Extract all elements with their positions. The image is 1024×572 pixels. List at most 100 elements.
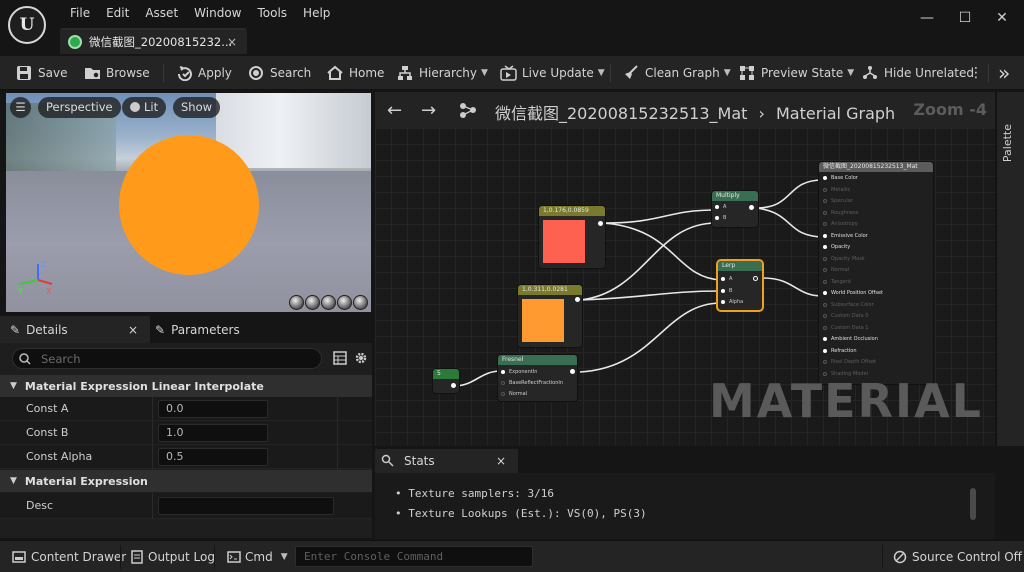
preview-shape-selector[interactable]	[289, 295, 368, 310]
output-pin[interactable]	[451, 383, 456, 388]
input-pin-normal[interactable]	[501, 392, 505, 396]
menu-asset[interactable]: Asset	[137, 5, 186, 23]
section-linear-interpolate[interactable]: ▼ Material Expression Linear Interpolate	[0, 375, 372, 397]
result-input-pin[interactable]	[823, 199, 827, 203]
result-input-pin[interactable]	[823, 222, 827, 226]
menu-edit[interactable]: Edit	[98, 5, 137, 23]
menu-file[interactable]: File	[62, 5, 98, 23]
output-pin[interactable]	[753, 276, 758, 281]
result-input-pin[interactable]	[823, 187, 827, 192]
settings-gear-icon[interactable]	[354, 351, 368, 365]
asset-tab[interactable]: 微信截图_20200815232... ×	[60, 28, 247, 54]
menu-tools[interactable]: Tools	[249, 5, 295, 23]
plane-shape-icon[interactable]	[321, 295, 336, 310]
close-window-button[interactable]: ✕	[988, 8, 1016, 28]
result-input-pin[interactable]	[823, 268, 827, 272]
more-options-icon[interactable]: ⋮	[969, 56, 983, 90]
input-pin-alpha[interactable]	[721, 300, 725, 304]
result-input-pin[interactable]	[823, 348, 827, 353]
desc-field[interactable]	[158, 497, 334, 515]
output-pin[interactable]	[749, 205, 754, 210]
result-input-pin[interactable]	[823, 245, 827, 249]
minimize-button[interactable]: —	[913, 8, 941, 28]
save-button[interactable]: Save	[16, 56, 67, 90]
details-close-icon[interactable]: ×	[128, 323, 138, 337]
source-control-button[interactable]: Source Control Off	[893, 541, 1022, 572]
section-material-expression[interactable]: ▼ Material Expression	[0, 470, 372, 492]
result-input-pin[interactable]	[823, 360, 827, 364]
result-input-pin[interactable]	[823, 314, 827, 318]
apply-button[interactable]: Apply	[176, 56, 232, 90]
scalar-node[interactable]: 5	[433, 369, 459, 393]
const-a-field[interactable]: 0.0	[158, 400, 268, 418]
teapot-shape-icon[interactable]	[353, 295, 368, 310]
hide-unrelated-button[interactable]: Hide Unrelated	[862, 56, 974, 90]
stats-scrollbar[interactable]	[970, 488, 976, 520]
expand-toolbar-icon[interactable]: »	[998, 56, 1010, 90]
output-pin[interactable]	[570, 369, 575, 374]
output-pin[interactable]	[598, 221, 603, 226]
viewport-menu-button[interactable]: ☰	[10, 97, 31, 118]
input-pin-exponent[interactable]	[501, 370, 505, 374]
tab-parameters[interactable]: ✎ Parameters	[155, 316, 295, 343]
tab-details[interactable]: ✎ Details ×	[0, 316, 150, 343]
preview-state-button[interactable]: Preview State ▼	[739, 56, 854, 90]
const-b-field[interactable]: 1.0	[158, 424, 268, 442]
material-graph-canvas[interactable]: 1,0.176,0.0859 1,0.311,0.0281 5 Multiply…	[375, 128, 995, 446]
back-arrow-icon[interactable]: ←	[387, 100, 402, 121]
graph-asset-name[interactable]: 微信截图_20200815232513_Mat	[495, 104, 747, 123]
input-pin-basereflect[interactable]	[501, 381, 505, 385]
maximize-button[interactable]: ☐	[951, 8, 979, 28]
details-search-input[interactable]: Search	[12, 348, 322, 369]
live-update-button[interactable]: Live Update ▼	[500, 56, 605, 90]
output-log-button[interactable]: Output Log	[131, 541, 215, 572]
lerp-node[interactable]: Lerp A B Alpha	[718, 261, 762, 310]
asset-tab-close-icon[interactable]: ×	[227, 35, 237, 49]
content-drawer-button[interactable]: Content Drawer	[12, 541, 126, 572]
sphere-shape-icon[interactable]	[305, 295, 320, 310]
result-input-pin[interactable]	[823, 279, 827, 284]
forward-arrow-icon[interactable]: →	[421, 100, 436, 121]
preview-state-icon	[739, 65, 755, 81]
search-button[interactable]: Search	[248, 56, 311, 90]
unreal-logo-icon[interactable]: U	[8, 6, 46, 44]
perspective-button[interactable]: Perspective	[38, 97, 121, 118]
home-button[interactable]: Home	[327, 56, 384, 90]
cmd-dropdown[interactable]: Cmd ▼	[227, 541, 288, 572]
input-pin-b[interactable]	[715, 216, 719, 220]
multiply-node[interactable]: Multiply A B	[712, 191, 758, 227]
constant3-node-2[interactable]: 1,0.311,0.0281	[518, 285, 582, 347]
constant3-node-1[interactable]: 1,0.176,0.0859	[539, 206, 605, 268]
fresnel-node[interactable]: Fresnel ExponentIn BaseReflectFractionIn…	[498, 355, 577, 401]
clean-graph-button[interactable]: Clean Graph ▼	[623, 56, 731, 90]
result-input-pin[interactable]	[823, 337, 827, 341]
const-alpha-field[interactable]: 0.5	[158, 448, 268, 466]
browse-button[interactable]: Browse	[84, 56, 150, 90]
tab-stats[interactable]: Stats ×	[375, 449, 518, 473]
hierarchy-button[interactable]: Hierarchy ▼	[397, 56, 488, 90]
lerp-pin-b-label: B	[729, 288, 733, 294]
palette-tab[interactable]: Palette	[996, 92, 1024, 446]
input-pin-a[interactable]	[715, 205, 719, 209]
show-button[interactable]: Show	[173, 97, 221, 118]
preview-viewport[interactable]: ☰ Perspective Lit Show Z X Y	[6, 93, 371, 312]
table-view-icon[interactable]	[333, 351, 347, 365]
menu-window[interactable]: Window	[186, 5, 249, 23]
result-input-pin[interactable]	[823, 256, 827, 261]
cube-shape-icon[interactable]	[337, 295, 352, 310]
console-command-input[interactable]: Enter Console Command	[295, 546, 533, 567]
cylinder-shape-icon[interactable]	[289, 295, 304, 310]
result-input-pin[interactable]	[823, 291, 827, 295]
menu-help[interactable]: Help	[295, 5, 338, 23]
lit-button[interactable]: Lit	[122, 97, 167, 118]
result-input-pin[interactable]	[823, 233, 827, 238]
result-input-pin[interactable]	[823, 210, 827, 215]
result-input-pin[interactable]	[823, 176, 827, 180]
material-result-node[interactable]: 微信截图_20200815232513_Mat Base Color Metall…	[819, 162, 933, 384]
input-pin-a[interactable]	[721, 277, 725, 281]
result-input-pin[interactable]	[823, 302, 827, 307]
input-pin-b[interactable]	[721, 289, 725, 293]
stats-close-icon[interactable]: ×	[496, 454, 506, 468]
output-pin[interactable]	[575, 297, 580, 302]
result-input-pin[interactable]	[823, 325, 827, 330]
